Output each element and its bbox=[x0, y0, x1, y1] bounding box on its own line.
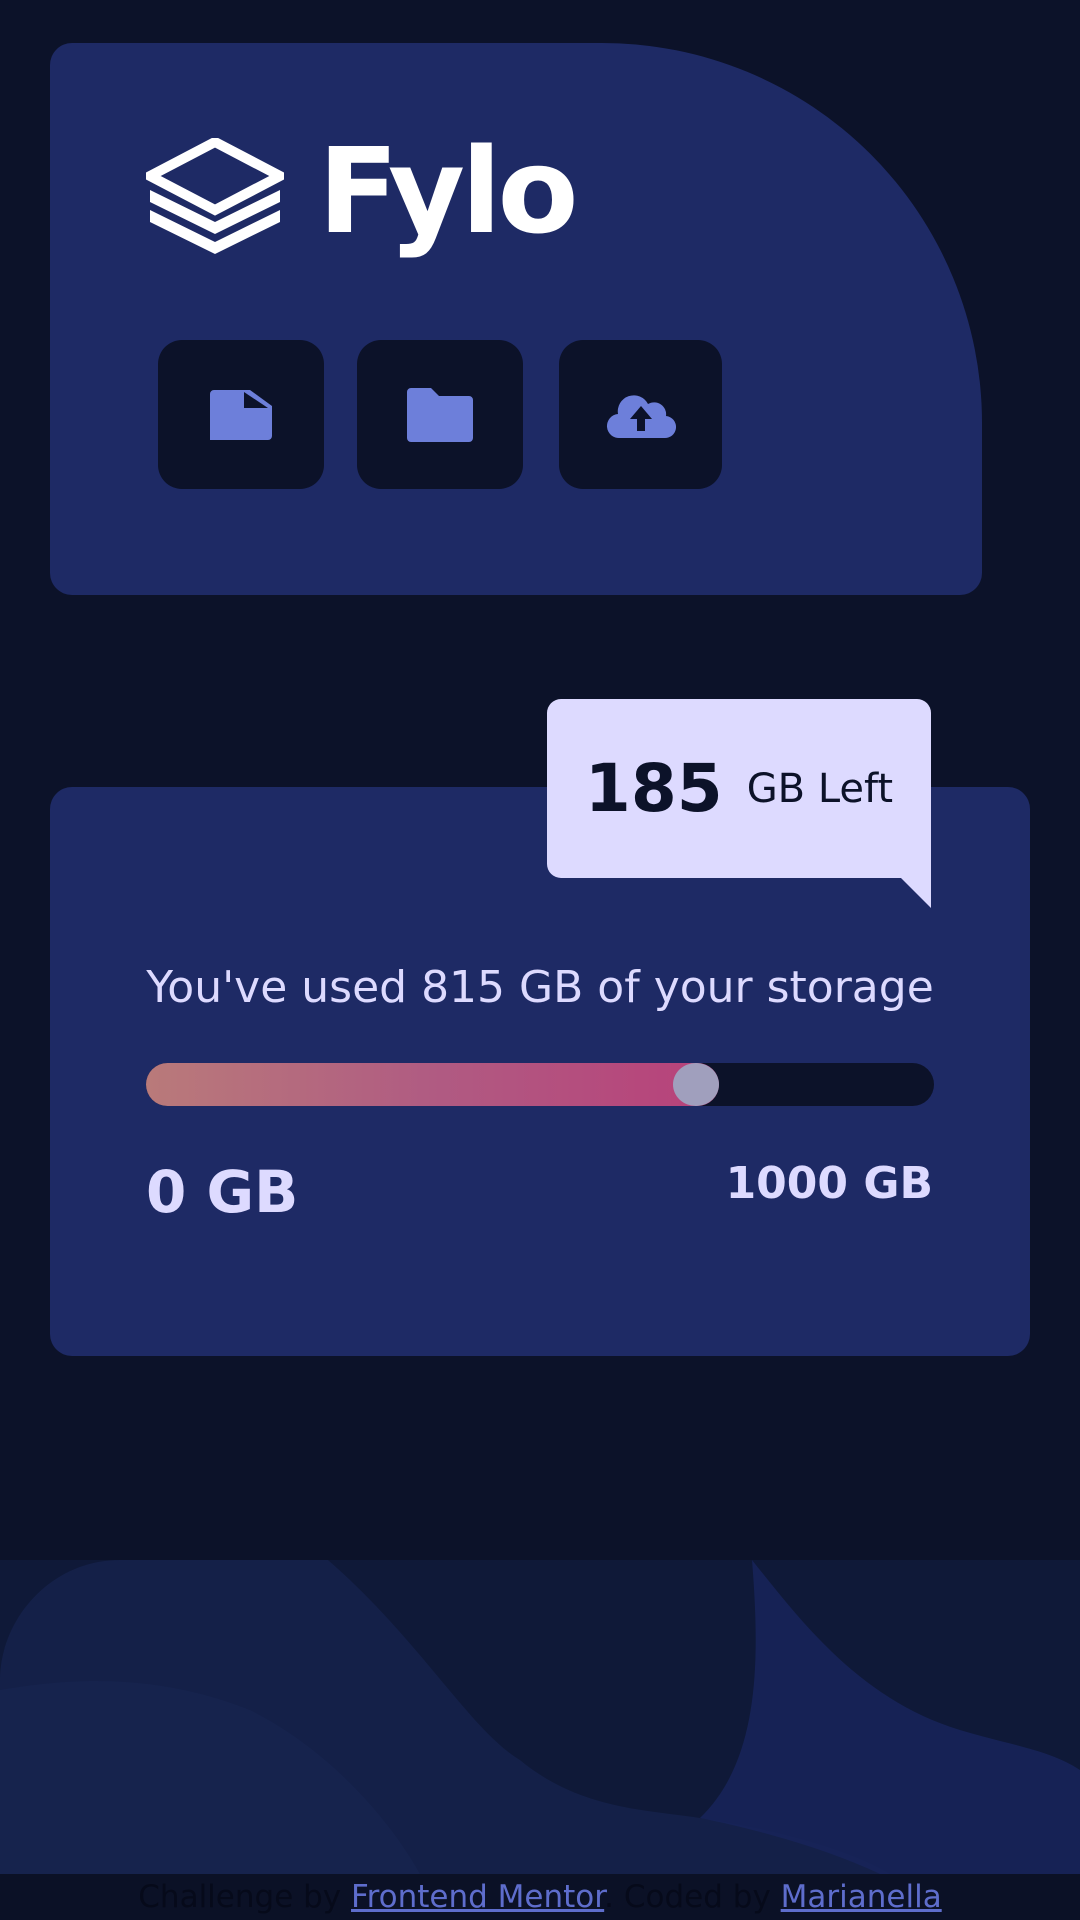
frontend-mentor-link[interactable]: Frontend Mentor bbox=[351, 1879, 604, 1915]
storage-remaining-badge: 185 GB Left bbox=[547, 699, 931, 908]
remaining-unit: GB Left bbox=[746, 765, 894, 812]
document-button[interactable] bbox=[158, 340, 324, 489]
cloud-upload-icon bbox=[606, 394, 676, 438]
folder-icon bbox=[407, 387, 473, 442]
upload-button[interactable] bbox=[559, 340, 722, 489]
footer-attribution: Challenge by Frontend Mentor. Coded by M… bbox=[0, 1874, 1080, 1920]
footer-coded-prefix: . Coded by bbox=[604, 1879, 771, 1915]
storage-progress-knob bbox=[673, 1063, 719, 1106]
remaining-value: 185 bbox=[584, 750, 723, 827]
storage-progress-bar bbox=[146, 1063, 934, 1106]
brand-logo: Fylo bbox=[146, 132, 579, 256]
footer-challenge-prefix: Challenge by bbox=[138, 1879, 342, 1915]
brand-name: Fylo bbox=[318, 122, 579, 260]
usage-text: You've used 815 GB of your storage bbox=[146, 962, 934, 1013]
storage-progress-fill bbox=[146, 1063, 719, 1106]
author-link[interactable]: Marianella bbox=[781, 1879, 942, 1915]
document-icon bbox=[210, 389, 272, 440]
layers-icon bbox=[146, 138, 284, 254]
range-max-label: 1000 GB bbox=[725, 1158, 933, 1209]
range-min-label: 0 GB bbox=[146, 1158, 299, 1226]
background-waves bbox=[0, 1560, 1080, 1874]
folder-button[interactable] bbox=[357, 340, 523, 489]
